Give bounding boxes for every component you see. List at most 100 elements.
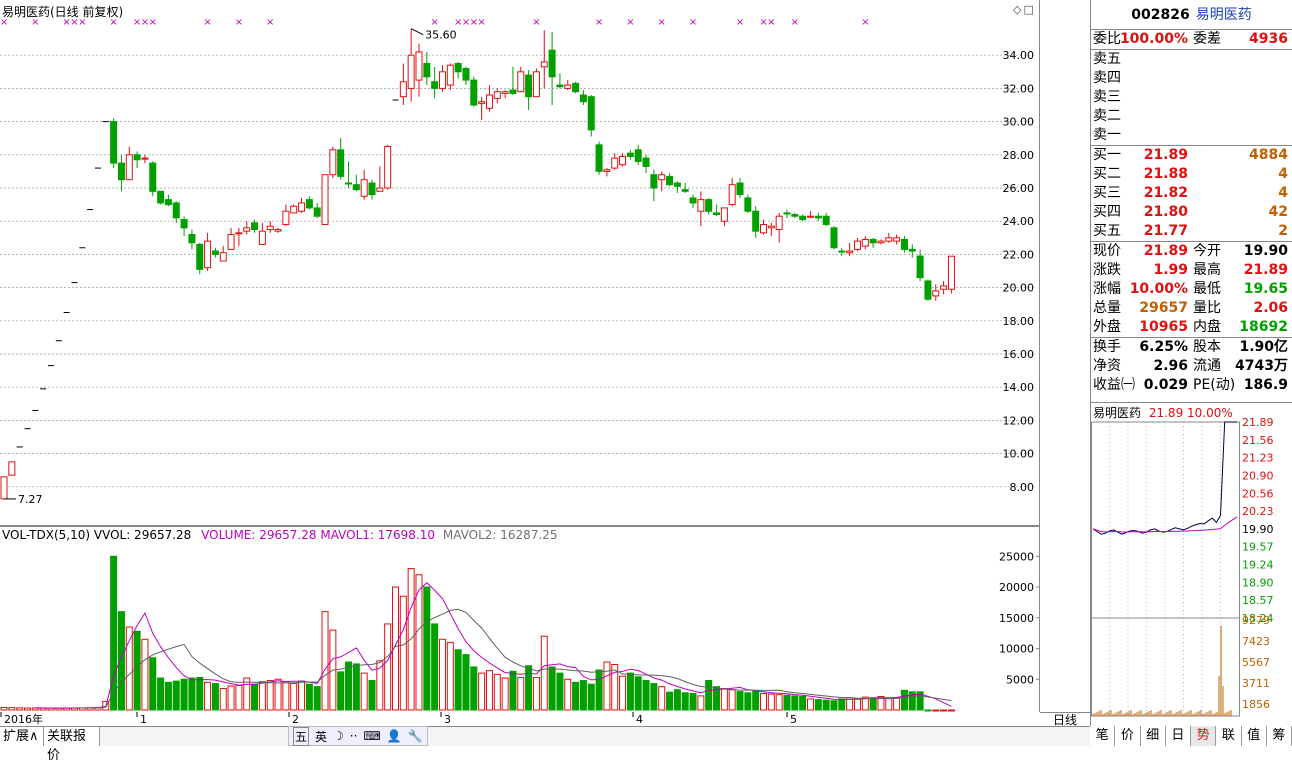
panel-tab[interactable]: 价: [1115, 726, 1141, 746]
y-tick-label: 26.00: [1003, 182, 1035, 195]
panel-tab[interactable]: 联: [1216, 726, 1242, 746]
event-marker: ×: [266, 17, 274, 28]
bid-label: 买五: [1093, 223, 1121, 239]
volume-bar: [501, 677, 509, 711]
volume-bar: [509, 670, 517, 711]
candle-body: [650, 174, 658, 189]
panel-tab[interactable]: 细: [1140, 726, 1166, 746]
bid-row[interactable]: 买一 21.89 4884: [1091, 146, 1292, 165]
panel-tab[interactable]: 势: [1191, 726, 1217, 746]
x-axis-svg: 2016年 1 2 3 4 5: [0, 712, 797, 726]
intraday-mini-chart[interactable]: 易明医药 21.89 10.00% 21.89 21.56 21.23 20.90 20…: [1091, 402, 1292, 726]
ask-row[interactable]: 卖二: [1091, 107, 1292, 126]
ime-keyboard-icon[interactable]: ⌨: [363, 729, 380, 743]
ime-settings-icon[interactable]: 🔧: [408, 729, 423, 743]
bid-row[interactable]: 买二 21.88 4: [1091, 165, 1292, 184]
volume-bar: [572, 681, 580, 711]
x-tick-label: 2: [292, 713, 299, 726]
bid-qty: 4: [1278, 166, 1288, 182]
volume-bar: [110, 555, 118, 711]
volume-bar: [900, 689, 908, 711]
kline-chart[interactable]: 34.00 32.00 30.00 28.00 26.00 24.00 22.00 20.00…: [0, 0, 1040, 526]
candle-body: [791, 214, 799, 217]
volume-bar: [806, 698, 814, 711]
ask-row[interactable]: 卖五: [1091, 50, 1292, 69]
ask-row[interactable]: 卖三: [1091, 88, 1292, 107]
mini-price-mid-label: 19.90: [1242, 523, 1274, 536]
candle-body: [532, 71, 540, 98]
volume-chart[interactable]: 250002000015000100005000X10 VOL-TDX(5,10…: [0, 526, 1064, 712]
volume-bar: [619, 675, 627, 711]
ime-halfwidth-icon[interactable]: ☽: [333, 729, 344, 743]
mini-chart-svg[interactable]: 21.89 21.56 21.23 20.90 20.56 20.23 19.90 19.57…: [1091, 402, 1292, 726]
mavol1-value: MAVOL1: 17698.10: [320, 528, 436, 542]
candle-body: [830, 227, 838, 249]
vvol-value: VVOL: 29657.28: [93, 528, 192, 542]
volume-bar: [822, 699, 830, 711]
bid-row[interactable]: 买三 21.82 4: [1091, 184, 1292, 203]
candle-body: [321, 174, 329, 226]
panel-tab[interactable]: 日: [1165, 726, 1191, 746]
bid-row[interactable]: 买五 21.77 2: [1091, 222, 1292, 241]
restore-icon[interactable]: ◇: [1013, 3, 1023, 16]
candle-body: [775, 215, 783, 231]
mini-price-label: 20.56: [1242, 487, 1274, 500]
kline-svg[interactable]: 34.00 32.00 30.00 28.00 26.00 24.00 22.00 20.00…: [0, 0, 1040, 526]
ime-english-icon[interactable]: 英: [315, 728, 327, 745]
expand-button[interactable]: 扩展∧: [0, 727, 44, 746]
volume-bar: [658, 686, 666, 711]
volume-svg[interactable]: 250002000015000100005000X10: [0, 526, 1064, 712]
y-tick-label: 14.00: [1003, 381, 1035, 394]
stat-row: 涨跌 1.99 最高 21.89: [1091, 261, 1292, 280]
stat-row: 外盘 10965 内盘 18692: [1091, 318, 1292, 337]
y-tick-label: 22.00: [1003, 248, 1035, 261]
candle-body: [337, 149, 345, 177]
chart-window-controls[interactable]: ◇□: [1013, 3, 1036, 16]
mini-price-label: 19.24: [1242, 559, 1274, 572]
ime-user-icon[interactable]: 👤: [387, 729, 402, 743]
ask-row[interactable]: 卖四: [1091, 69, 1292, 88]
ask-row[interactable]: 卖一: [1091, 126, 1292, 145]
volume-bar: [399, 595, 407, 711]
x-tick-label: 4: [636, 713, 643, 726]
ime-punct-icon[interactable]: ··: [350, 729, 358, 743]
y-tick-label: 8.00: [1010, 481, 1035, 494]
candle-body: [838, 250, 846, 253]
candle-body: [290, 205, 298, 214]
volume-bar: [360, 672, 368, 711]
candle-body: [329, 149, 337, 176]
stat-l2: 最低: [1193, 281, 1221, 297]
stat-v: 10.00%: [1129, 281, 1188, 297]
volume-bar: [634, 676, 642, 711]
panel-tab[interactable]: 值: [1241, 726, 1267, 746]
candle-body: [517, 71, 525, 93]
bid-row[interactable]: 买四 21.80 42: [1091, 203, 1292, 222]
high-marker-label: 35.60: [425, 29, 457, 42]
candle-body: [626, 152, 634, 157]
volume-bar: [321, 611, 329, 711]
candle-body: [752, 210, 760, 232]
bid-qty: 4: [1278, 185, 1288, 201]
candle-body: [548, 49, 556, 78]
maximize-icon[interactable]: □: [1023, 3, 1035, 16]
panel-tab[interactable]: 筹: [1266, 726, 1292, 746]
candle-body: [728, 184, 736, 206]
panel-tab[interactable]: 笔: [1090, 726, 1116, 746]
ime-wubi-icon[interactable]: 五: [293, 726, 310, 746]
ime-toolbar[interactable]: 五 英 ☽ ·· ⌨ 👤 🔧: [288, 726, 428, 746]
stock-name[interactable]: 易明医药: [1196, 7, 1252, 23]
stat-l: 换手: [1093, 339, 1121, 355]
candle-body: [900, 238, 908, 250]
volume-bar: [525, 665, 533, 711]
volume-bar: [251, 683, 259, 711]
stat-v2: 21.89: [1243, 262, 1288, 278]
candle-body: [399, 81, 407, 98]
period-tab[interactable]: 日线: [1040, 712, 1090, 727]
y-tick-label: 18.00: [1003, 315, 1035, 328]
candle-body: [595, 144, 603, 172]
volume-bar: [791, 695, 799, 711]
candle-body: [666, 175, 674, 186]
stat-row: 总量 29657 量比 2.06: [1091, 299, 1292, 318]
related-quotes-button[interactable]: 关联报价: [44, 727, 100, 763]
volume-bar: [454, 649, 462, 711]
